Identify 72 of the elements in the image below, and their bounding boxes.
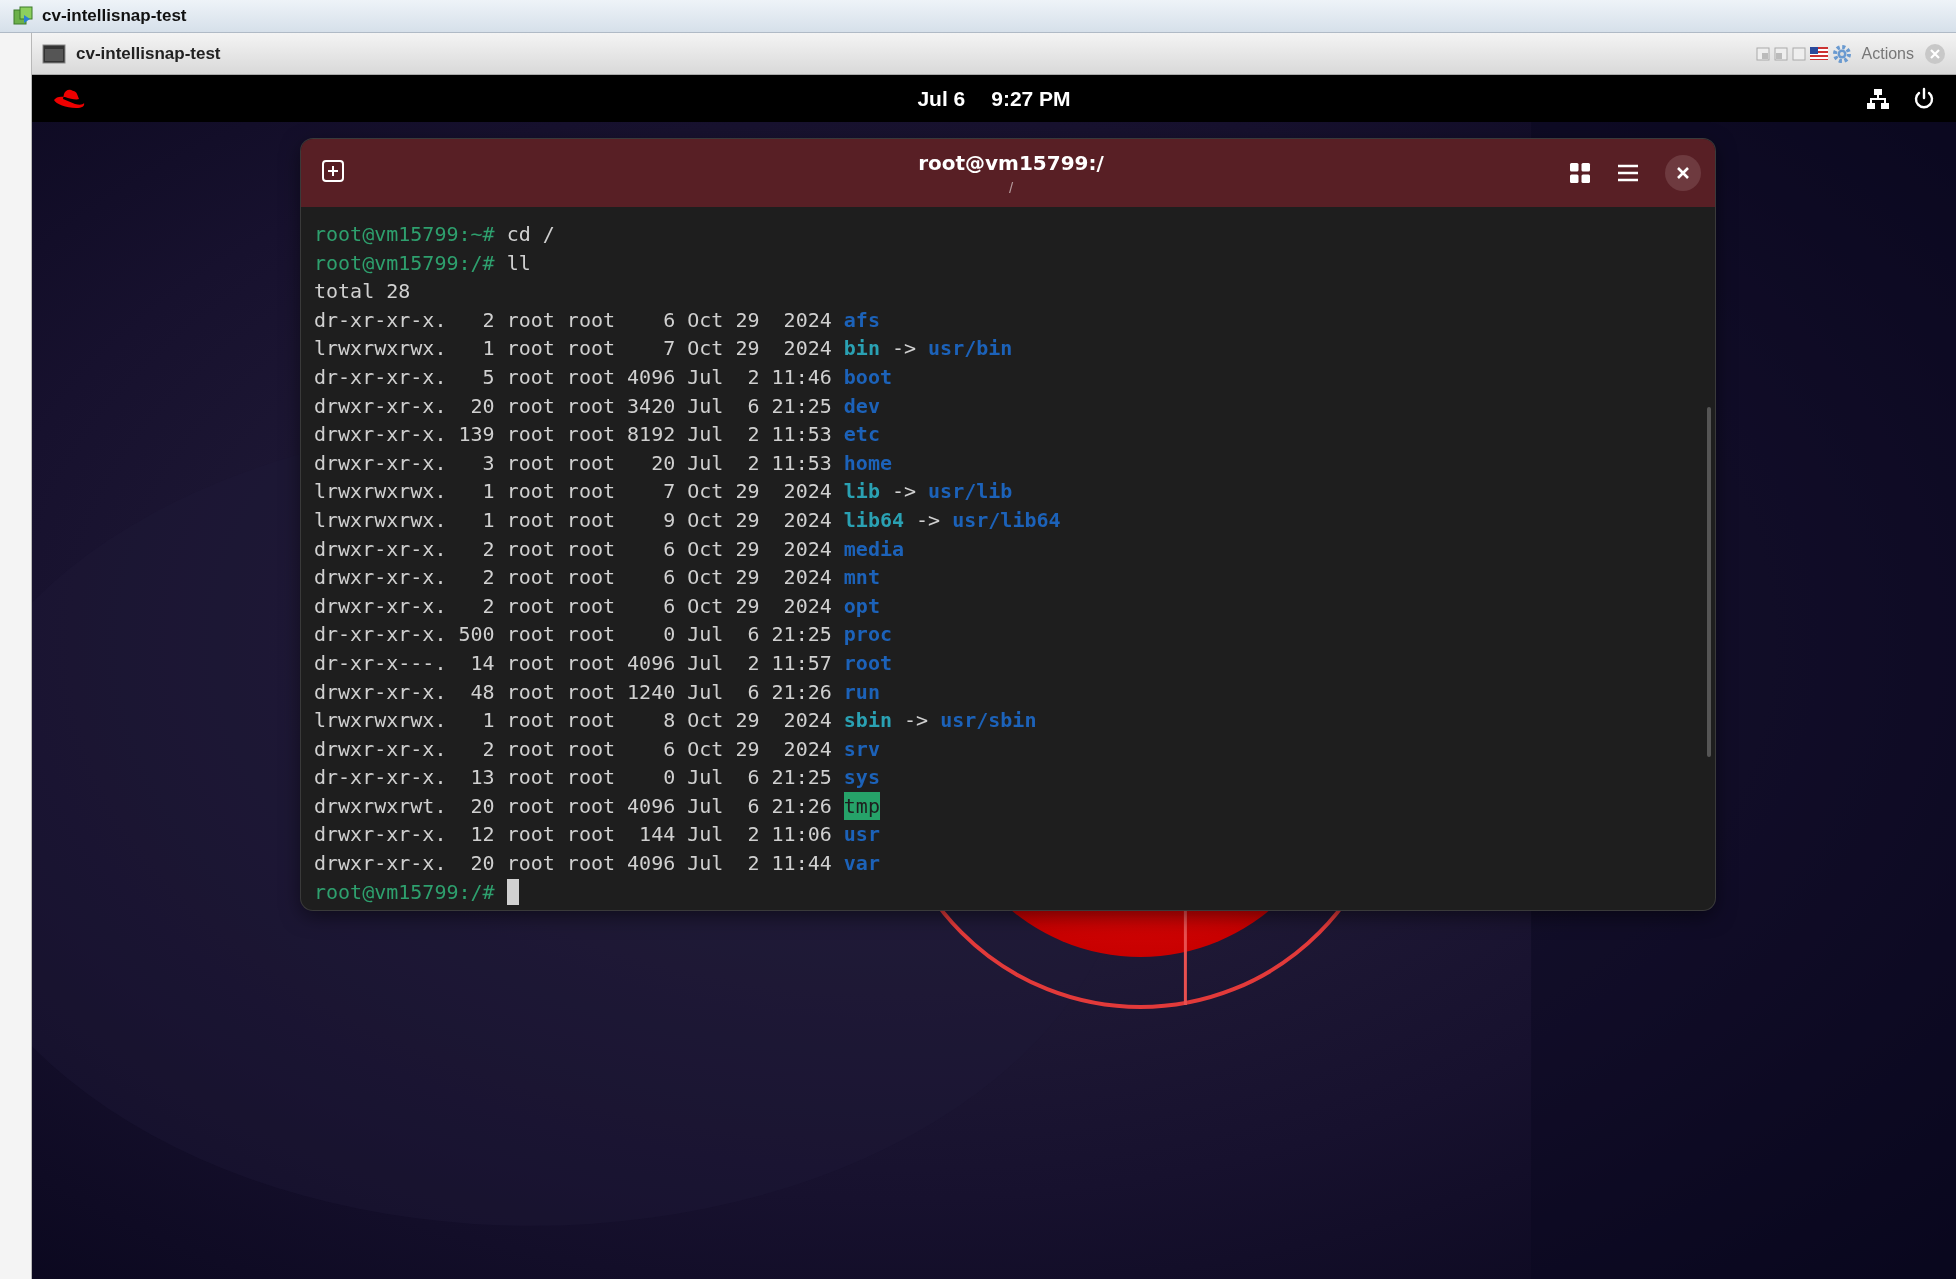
file-details: dr-xr-xr-x. 5 root root 4096 Jul 2 11:46: [314, 363, 832, 391]
clock-date[interactable]: Jul 6: [917, 86, 966, 111]
power-icon[interactable]: [1912, 86, 1936, 111]
file-details: dr-xr-xr-x. 13 root root 0 Jul 6 21:25: [314, 764, 832, 792]
file-name: usr: [843, 821, 880, 849]
file-details: drwxr-xr-x. 20 root root 3420 Jul 6 21:25: [314, 392, 832, 420]
file-details: drwxr-xr-x. 3 root root 20 Jul 2 11:53: [314, 449, 832, 477]
link-arrow: ->: [891, 478, 917, 506]
file-name: bin: [843, 335, 880, 363]
file-name: sys: [843, 764, 880, 792]
file-details: dr-xr-x---. 14 root root 4096 Jul 2 11:57: [314, 649, 832, 677]
file-name: sbin: [843, 707, 892, 735]
file-name: lib64: [843, 506, 904, 534]
file-name: opt: [843, 592, 880, 620]
scrollbar[interactable]: [1707, 407, 1711, 757]
file-details: drwxr-xr-x. 20 root root 4096 Jul 2 11:44: [314, 850, 832, 878]
network-icon[interactable]: [1866, 86, 1890, 111]
file-details: drwxrwxrwt. 20 root root 4096 Jul 6 21:26: [314, 792, 832, 820]
file-name: etc: [843, 421, 880, 449]
link-target: usr/lib: [928, 478, 1013, 506]
grid-icon[interactable]: [1569, 162, 1591, 184]
actions-menu[interactable]: Actions: [1861, 44, 1914, 63]
file-name: tmp: [843, 791, 880, 821]
file-details: drwxr-xr-x. 48 root root 1240 Jul 6 21:26: [314, 678, 832, 706]
file-details: lrwxrwxrwx. 1 root root 7 Oct 29 2024: [314, 335, 832, 363]
file-name: media: [843, 535, 904, 563]
console-title: cv-intellisnap-test: [76, 43, 221, 64]
link-arrow: ->: [891, 335, 917, 363]
file-details: drwxr-xr-x. 2 root root 6 Oct 29 2024: [314, 592, 832, 620]
file-details: drwxr-xr-x. 2 root root 6 Oct 29 2024: [314, 735, 832, 763]
file-name: home: [843, 449, 892, 477]
link-arrow: ->: [916, 506, 941, 534]
new-tab-icon[interactable]: [321, 159, 345, 183]
window-title: cv-intellisnap-test: [42, 6, 187, 26]
link-target: usr/sbin: [940, 707, 1037, 735]
file-name: mnt: [843, 564, 880, 592]
shell-prompt: root@vm15799:/#: [314, 249, 495, 277]
shell-prompt: root@vm15799:/#: [314, 878, 495, 906]
file-name: run: [843, 678, 880, 706]
output-text: total 28: [314, 278, 411, 306]
flag-icon[interactable]: [1809, 47, 1828, 60]
link-target: usr/lib64: [952, 506, 1061, 534]
file-details: drwxr-xr-x. 139 root root 8192 Jul 2 11:53: [314, 421, 832, 449]
terminal-subtitle: /: [1008, 178, 1014, 196]
terminal-title: root@vm15799:/: [918, 150, 1104, 175]
file-name: root: [843, 649, 892, 677]
file-name: lib: [843, 478, 880, 506]
file-details: dr-xr-xr-x. 2 root root 6 Oct 29 2024: [314, 306, 832, 334]
file-details: lrwxrwxrwx. 1 root root 7 Oct 29 2024: [314, 478, 832, 506]
file-details: drwxr-xr-x. 2 root root 6 Oct 29 2024: [314, 564, 832, 592]
file-name: proc: [843, 621, 892, 649]
close-icon: [1676, 166, 1690, 180]
clock-time[interactable]: 9:27 PM: [991, 86, 1071, 111]
menu-icon[interactable]: [1617, 163, 1639, 183]
file-name: boot: [843, 363, 892, 391]
link-target: usr/bin: [928, 335, 1013, 363]
close-button[interactable]: [1665, 155, 1701, 191]
file-details: lrwxrwxrwx. 1 root root 9 Oct 29 2024: [314, 506, 832, 534]
file-details: drwxr-xr-x. 2 root root 6 Oct 29 2024: [314, 535, 832, 563]
vm-icon: [12, 5, 34, 27]
shell-prompt: root@vm15799:~#: [314, 221, 495, 248]
console-icon: [42, 43, 66, 64]
command-text: cd /: [506, 221, 555, 248]
file-name: dev: [843, 392, 880, 420]
link-arrow: ->: [904, 707, 929, 735]
file-name: afs: [843, 306, 880, 334]
file-details: dr-xr-xr-x. 500 root root 0 Jul 6 21:25: [314, 621, 832, 649]
file-details: lrwxrwxrwx. 1 root root 8 Oct 29 2024: [314, 707, 832, 735]
file-details: drwxr-xr-x. 12 root root 144 Jul 2 11:06: [314, 821, 832, 849]
file-name: var: [843, 850, 880, 878]
command-text: ll: [506, 249, 531, 277]
file-name: srv: [843, 735, 880, 763]
